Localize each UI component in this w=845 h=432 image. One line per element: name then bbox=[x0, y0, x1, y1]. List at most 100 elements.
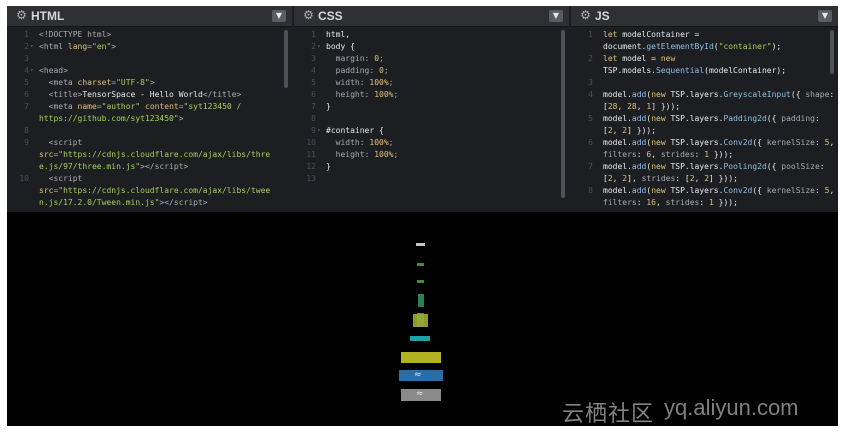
layer-conv-6 bbox=[401, 352, 441, 363]
code-text: filters: 16, strides: 1 })); bbox=[603, 198, 738, 207]
code-text: model.add(new TSP.layers.GreyscaleInput(… bbox=[603, 90, 835, 99]
line-number: 7 bbox=[588, 162, 593, 171]
line-number: 3 bbox=[311, 54, 316, 63]
code-line: 8 bbox=[294, 113, 569, 125]
code-line: 7 model.add(new TSP.layers.Pooling2d({ po… bbox=[571, 161, 838, 173]
code-line: 3 bbox=[7, 53, 292, 65]
fold-arrow-icon[interactable]: ▾ bbox=[317, 125, 325, 137]
layer-flatten bbox=[418, 294, 424, 307]
chevron-down-icon[interactable]: ▼ bbox=[272, 10, 286, 22]
code-line: 2 ▾ <html lang="en"> bbox=[7, 41, 292, 53]
code-line: 7} bbox=[294, 101, 569, 113]
digit-glyph-icon: ≈ bbox=[414, 370, 422, 380]
code-line: 3 margin: 0; bbox=[294, 53, 569, 65]
css-panel: ⚙ CSS ▼ 1 html, 2 ▾ body {3 margin: 0; 4 padd… bbox=[294, 6, 569, 212]
code-line: 8 bbox=[7, 125, 292, 137]
code-line: 1 html, bbox=[294, 29, 569, 41]
line-number: 10 bbox=[19, 174, 29, 183]
chevron-down-icon[interactable]: ▼ bbox=[818, 10, 832, 22]
code-text: <html lang="en"> bbox=[39, 42, 117, 51]
line-number: 13 bbox=[306, 174, 316, 183]
chevron-down-icon[interactable]: ▼ bbox=[549, 10, 563, 22]
fold-arrow-icon[interactable]: ▾ bbox=[317, 41, 325, 53]
code-line: e.js/97/three.min.js"></script> bbox=[7, 161, 292, 173]
code-text: <script bbox=[48, 174, 83, 183]
line-number: 5 bbox=[24, 78, 29, 87]
line-number: 4 bbox=[311, 66, 316, 75]
layer-padding: ≈ bbox=[399, 370, 443, 381]
code-line: [2, 2], strides: [2, 2] })); bbox=[571, 173, 838, 185]
code-text: <title>TensorSpace - Hello World</title> bbox=[48, 90, 242, 99]
code-line: 8 model.add(new TSP.layers.Conv2d({ kerne… bbox=[571, 185, 838, 197]
code-text: height: 100%; bbox=[335, 150, 399, 159]
html-code-editor[interactable]: 1 <!DOCTYPE html> 2 ▾ <html lang="en"> 3 4 ▾ <he… bbox=[7, 27, 292, 212]
code-text: <head> bbox=[39, 66, 68, 75]
code-line: 9 <script bbox=[7, 137, 292, 149]
code-text: filters: 6, strides: 1 })); bbox=[603, 150, 734, 159]
watermark-url: yq.aliyun.com bbox=[664, 395, 799, 420]
line-number: 2 bbox=[311, 42, 316, 51]
code-text: width: 100%; bbox=[335, 78, 394, 87]
layer-conv-16 bbox=[413, 314, 428, 327]
code-text: e.js/97/three.min.js"></script> bbox=[39, 162, 189, 171]
line-number: 3 bbox=[24, 54, 29, 63]
code-line: 5 model.add(new TSP.layers.Padding2d({ pa… bbox=[571, 113, 838, 125]
fold-arrow-icon[interactable]: ▾ bbox=[30, 65, 38, 77]
code-line: 7 <meta name="author" content="syt123450… bbox=[7, 101, 292, 113]
watermark-logo: 云栖社区 bbox=[562, 402, 655, 427]
code-line: filters: 16, strides: 1 })); bbox=[571, 197, 838, 209]
code-line: n.js/17.2.0/Tween.min.js"></script> bbox=[7, 197, 292, 209]
fold-arrow-icon[interactable]: ▾ bbox=[30, 41, 38, 53]
code-line: 12} bbox=[294, 161, 569, 173]
code-text: [2, 2], strides: [2, 2] })); bbox=[603, 174, 738, 183]
code-text: n.js/17.2.0/Tween.min.js"></script> bbox=[39, 198, 208, 207]
code-text: body { bbox=[326, 42, 355, 51]
layer-dense-120 bbox=[417, 280, 424, 283]
line-number: 8 bbox=[24, 126, 29, 135]
js-code-editor[interactable]: 1 let modelContainer = document.getElement… bbox=[571, 27, 838, 212]
code-line: https://github.com/syt123450"> bbox=[7, 113, 292, 125]
code-text: width: 100%; bbox=[335, 138, 394, 147]
line-number: 5 bbox=[311, 78, 316, 87]
code-line: 5 width: 100%; bbox=[294, 77, 569, 89]
code-line: [2, 2] })); bbox=[571, 125, 838, 137]
gear-icon[interactable]: ⚙ bbox=[302, 9, 315, 22]
code-line: 11 height: 100%; bbox=[294, 149, 569, 161]
code-line: 4 ▾ <head> bbox=[7, 65, 292, 77]
code-text: src="https://cdnjs.cloudflare.com/ajax/l… bbox=[39, 186, 271, 195]
layer-dense-84 bbox=[417, 263, 424, 266]
line-number: 8 bbox=[588, 186, 593, 195]
code-line: document.getElementById("container"); bbox=[571, 41, 838, 53]
line-number: 9 bbox=[311, 126, 316, 135]
code-line: [28, 28, 1] })); bbox=[571, 101, 838, 113]
line-number: 6 bbox=[24, 90, 29, 99]
code-text: } bbox=[326, 102, 331, 111]
js-scrollbar[interactable] bbox=[830, 30, 834, 74]
code-line: 13 bbox=[294, 173, 569, 185]
code-line: 10 width: 100%; bbox=[294, 137, 569, 149]
html-panel: ⚙ HTML ▼ 1 <!DOCTYPE html> 2 ▾ <html lang="e… bbox=[7, 6, 292, 212]
gear-icon[interactable]: ⚙ bbox=[15, 9, 28, 22]
digit-glyph-icon: ≈ bbox=[416, 389, 424, 399]
line-number: 2 bbox=[24, 42, 29, 51]
code-line: 6 height: 100%; bbox=[294, 89, 569, 101]
line-number: 10 bbox=[306, 138, 316, 147]
code-text: [28, 28, 1] })); bbox=[603, 102, 681, 111]
code-line: 9 ▾ #container { bbox=[294, 125, 569, 137]
code-text: https://github.com/syt123450"> bbox=[39, 114, 184, 123]
line-number: 1 bbox=[588, 30, 593, 39]
line-number: 5 bbox=[588, 114, 593, 123]
code-text: TSP.models.Sequential(modelContainer); bbox=[603, 66, 787, 75]
css-scrollbar[interactable] bbox=[561, 30, 565, 198]
line-number: 4 bbox=[588, 90, 593, 99]
gear-icon[interactable]: ⚙ bbox=[579, 9, 592, 22]
model-render-canvas[interactable]: ≈ ≈ bbox=[7, 212, 838, 426]
html-scrollbar[interactable] bbox=[284, 30, 288, 88]
code-text: model.add(new TSP.layers.Conv2d({ kernel… bbox=[603, 138, 835, 147]
code-line: TSP.models.Sequential(modelContainer); bbox=[571, 65, 838, 77]
code-text: <!DOCTYPE html> bbox=[39, 30, 112, 39]
css-code-editor[interactable]: 1 html, 2 ▾ body {3 margin: 0; 4 padding: 0; 5… bbox=[294, 27, 569, 212]
line-number: 3 bbox=[588, 78, 593, 87]
line-number: 1 bbox=[311, 30, 316, 39]
code-line: 1 <!DOCTYPE html> bbox=[7, 29, 292, 41]
